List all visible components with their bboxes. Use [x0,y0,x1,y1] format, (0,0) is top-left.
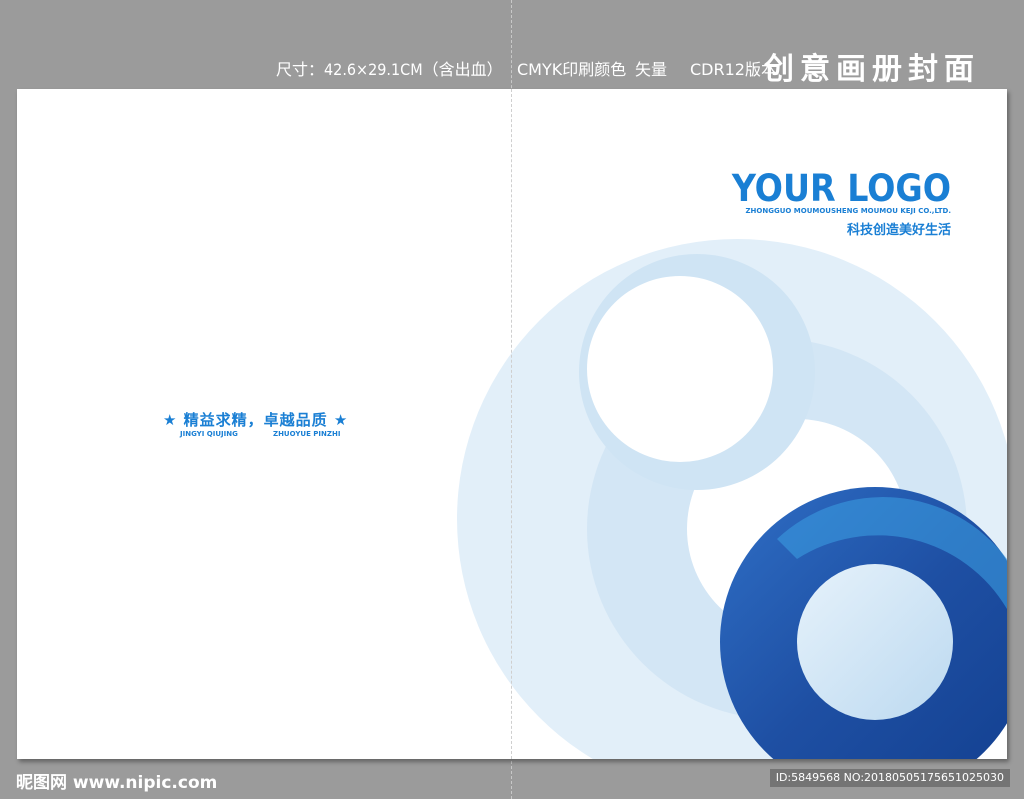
brochure-sheet: YOUR LOGO ZHONGGUO MOUMOUSHENG MOUMOU KE… [17,89,1007,759]
back-pinyin-right: ZHUOYUE PINZHI [273,430,341,438]
spec-color-mode: CMYK印刷颜色 [517,60,627,79]
back-pinyin-left: JINGYI QIUJING [180,430,238,438]
logo-text: YOUR LOGO [731,167,951,210]
company-name: ZHONGGUO MOUMOUSHENG MOUMOU KEJI CO.,LTD… [745,207,951,215]
spec-vector: 矢量 [635,60,668,79]
spec-size: 尺寸：42.6×29.1CM（含出血） [276,60,503,79]
image-id-bar: ID:5849568 NO:20180505175651025030 [769,769,1010,787]
top-white-circle [587,276,773,462]
back-slogan: ★ 精益求精，卓越品质 ★ [163,411,349,429]
blue-ring-hole [797,564,953,720]
spec-line: 尺寸：42.6×29.1CM（含出血） CMYK印刷颜色 矢量 CDR12版本 … [0,44,1024,87]
front-slogan: 科技创造美好生活 [846,223,951,238]
center-fold-line [511,89,512,759]
spec-title: 创意画册封面 [764,52,980,87]
site-watermark: 昵图网 www.nipic.com [16,773,218,793]
